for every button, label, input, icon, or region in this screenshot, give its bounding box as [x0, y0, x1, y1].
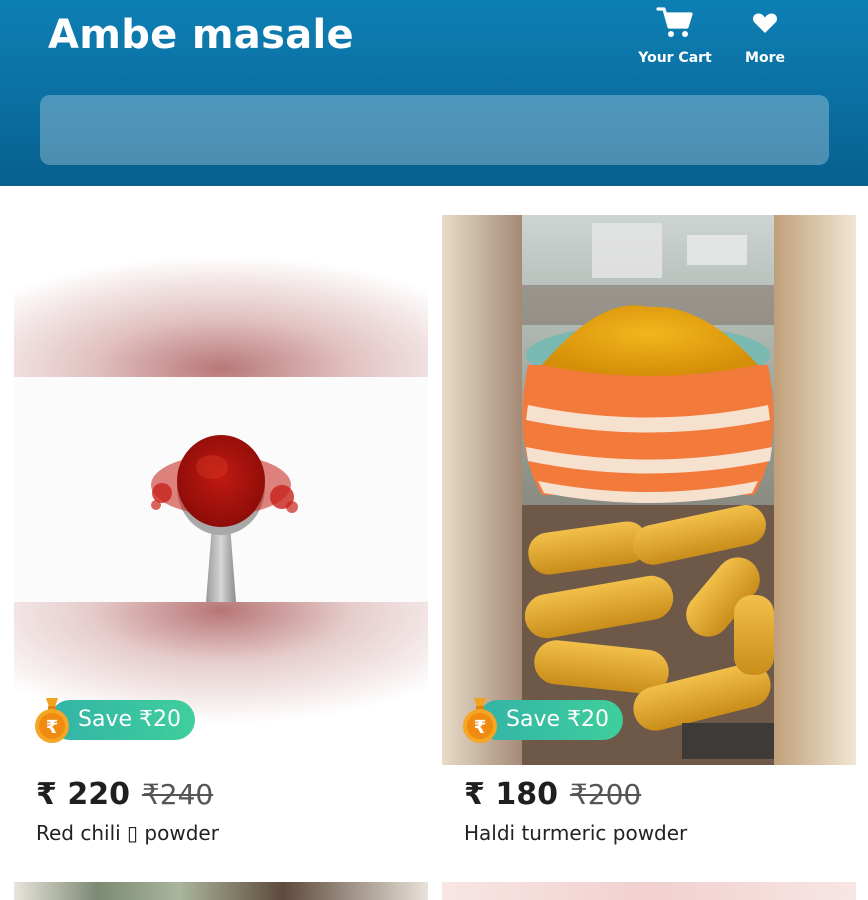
price-row: ₹ 220 ₹240 — [36, 777, 213, 812]
current-price: ₹ 220 — [36, 777, 130, 812]
product-card[interactable]: ₹ Save ₹20 ₹ 220 ₹240 Red chili ▯ powder — [14, 215, 428, 865]
current-price: ₹ 180 — [464, 777, 558, 812]
product-card[interactable]: ₹ Save ₹20 ₹ 180 ₹200 Haldi turmeric pow… — [442, 215, 856, 865]
your-cart-button[interactable]: Your Cart — [630, 4, 720, 70]
product-image-red-chili[interactable] — [14, 215, 428, 765]
more-button[interactable]: More — [720, 4, 810, 70]
original-price: ₹200 — [569, 778, 642, 811]
product-name[interactable]: Red chili ▯ powder — [36, 821, 219, 845]
price-row: ₹ 180 ₹200 — [464, 777, 641, 812]
money-bag-icon: ₹ — [463, 698, 497, 743]
original-price: ₹240 — [141, 778, 214, 811]
product-card-partial[interactable] — [14, 882, 428, 900]
save-badge: ₹ Save ₹20 — [30, 697, 195, 743]
more-label: More — [745, 50, 785, 66]
product-card-partial[interactable] — [442, 882, 856, 900]
save-badge: ₹ Save ₹20 — [458, 697, 623, 743]
product-image-turmeric[interactable] — [442, 215, 856, 765]
svg-text:₹: ₹ — [474, 717, 487, 738]
product-name[interactable]: Haldi turmeric powder — [464, 821, 687, 845]
heart-icon — [745, 4, 785, 42]
svg-text:₹: ₹ — [46, 717, 59, 738]
store-title: Ambe masale — [48, 12, 354, 58]
money-bag-icon: ₹ — [35, 698, 69, 743]
cart-icon — [655, 4, 695, 42]
your-cart-label: Your Cart — [638, 50, 712, 66]
search-input[interactable] — [40, 95, 829, 165]
app-header: Ambe masale Your Cart More — [0, 0, 868, 186]
